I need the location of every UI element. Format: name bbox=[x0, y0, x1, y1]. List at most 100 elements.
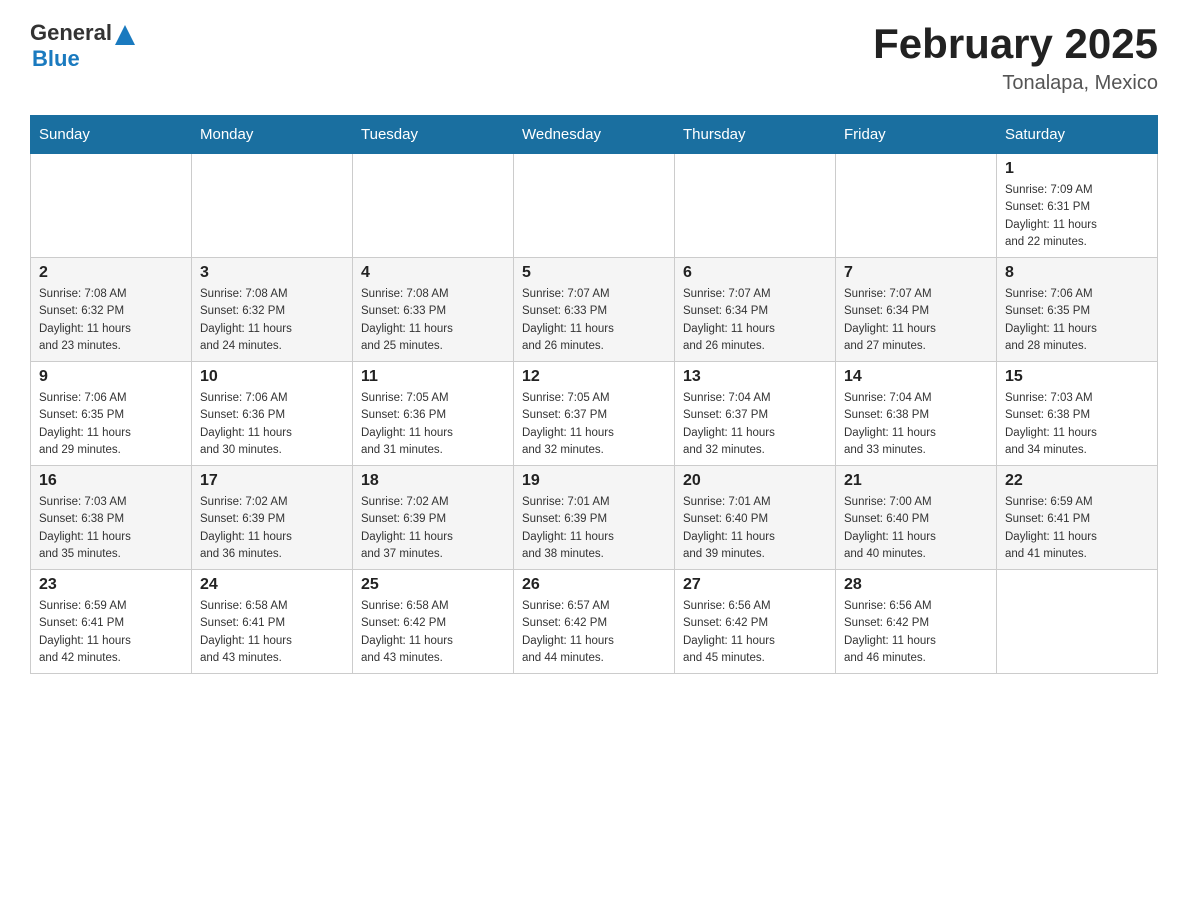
calendar-cell: 7 Sunrise: 7:07 AM Sunset: 6:34 PM Daylig… bbox=[836, 258, 997, 362]
day-info: Sunrise: 7:09 AM Sunset: 6:31 PM Dayligh… bbox=[1005, 182, 1149, 251]
day-number: 17 bbox=[200, 472, 344, 490]
page-header: General Blue February 2025 Tonalapa, Mex… bbox=[30, 20, 1158, 95]
calendar-cell: 15 Sunrise: 7:03 AM Sunset: 6:38 PM Dayli… bbox=[997, 362, 1158, 466]
day-info: Sunrise: 7:07 AM Sunset: 6:34 PM Dayligh… bbox=[683, 286, 827, 355]
calendar-cell: 24Sunrise: 6:58 AM Sunset: 6:41 PM Dayli… bbox=[192, 570, 353, 674]
title-section: February 2025 Tonalapa, Mexico bbox=[873, 20, 1158, 95]
day-number: 1 bbox=[1005, 160, 1149, 178]
day-number: 8 bbox=[1005, 264, 1149, 282]
calendar-cell: 27 Sunrise: 6:56 AM Sunset: 6:42 PM Dayli… bbox=[675, 570, 836, 674]
day-number: 22 bbox=[1005, 472, 1149, 490]
calendar-cell: 21Sunrise: 7:00 AM Sunset: 6:40 PM Dayli… bbox=[836, 466, 997, 570]
calendar-cell bbox=[192, 154, 353, 258]
day-info: Sunrise: 6:56 AM Sunset: 6:42 PM Dayligh… bbox=[844, 598, 988, 667]
logo-blue: Blue bbox=[32, 46, 135, 72]
calendar-cell: 4Sunrise: 7:08 AM Sunset: 6:33 PM Daylig… bbox=[353, 258, 514, 362]
logo: General Blue bbox=[30, 20, 135, 72]
calendar-table: SundayMondayTuesdayWednesdayThursdayFrid… bbox=[30, 115, 1158, 674]
day-header-sunday: Sunday bbox=[31, 116, 192, 154]
day-info: Sunrise: 7:08 AM Sunset: 6:32 PM Dayligh… bbox=[200, 286, 344, 355]
calendar-header-row: SundayMondayTuesdayWednesdayThursdayFrid… bbox=[31, 116, 1158, 154]
day-number: 16 bbox=[39, 472, 183, 490]
location-subtitle: Tonalapa, Mexico bbox=[873, 72, 1158, 95]
day-header-wednesday: Wednesday bbox=[514, 116, 675, 154]
day-info: Sunrise: 6:57 AM Sunset: 6:42 PM Dayligh… bbox=[522, 598, 666, 667]
calendar-cell: 17 Sunrise: 7:02 AM Sunset: 6:39 PM Dayli… bbox=[192, 466, 353, 570]
day-info: Sunrise: 6:59 AM Sunset: 6:41 PM Dayligh… bbox=[39, 598, 183, 667]
calendar-cell bbox=[353, 154, 514, 258]
day-header-saturday: Saturday bbox=[997, 116, 1158, 154]
calendar-cell bbox=[31, 154, 192, 258]
day-info: Sunrise: 7:08 AM Sunset: 6:32 PM Dayligh… bbox=[39, 286, 183, 355]
day-number: 2 bbox=[39, 264, 183, 282]
day-number: 28 bbox=[844, 576, 988, 594]
day-number: 27 bbox=[683, 576, 827, 594]
calendar-week-row: 23 Sunrise: 6:59 AM Sunset: 6:41 PM Dayli… bbox=[31, 570, 1158, 674]
day-info: Sunrise: 6:56 AM Sunset: 6:42 PM Dayligh… bbox=[683, 598, 827, 667]
calendar-cell: 6 Sunrise: 7:07 AM Sunset: 6:34 PM Daylig… bbox=[675, 258, 836, 362]
calendar-cell: 1 Sunrise: 7:09 AM Sunset: 6:31 PM Daylig… bbox=[997, 154, 1158, 258]
day-number: 19 bbox=[522, 472, 666, 490]
day-number: 7 bbox=[844, 264, 988, 282]
day-header-monday: Monday bbox=[192, 116, 353, 154]
day-info: Sunrise: 7:03 AM Sunset: 6:38 PM Dayligh… bbox=[1005, 390, 1149, 459]
calendar-cell bbox=[675, 154, 836, 258]
calendar-cell: 8 Sunrise: 7:06 AM Sunset: 6:35 PM Daylig… bbox=[997, 258, 1158, 362]
calendar-cell bbox=[997, 570, 1158, 674]
day-info: Sunrise: 7:06 AM Sunset: 6:35 PM Dayligh… bbox=[39, 390, 183, 459]
day-info: Sunrise: 7:07 AM Sunset: 6:33 PM Dayligh… bbox=[522, 286, 666, 355]
day-header-tuesday: Tuesday bbox=[353, 116, 514, 154]
calendar-cell: 10Sunrise: 7:06 AM Sunset: 6:36 PM Dayli… bbox=[192, 362, 353, 466]
day-number: 26 bbox=[522, 576, 666, 594]
day-info: Sunrise: 7:04 AM Sunset: 6:38 PM Dayligh… bbox=[844, 390, 988, 459]
calendar-week-row: 1 Sunrise: 7:09 AM Sunset: 6:31 PM Daylig… bbox=[31, 154, 1158, 258]
day-info: Sunrise: 7:03 AM Sunset: 6:38 PM Dayligh… bbox=[39, 494, 183, 563]
calendar-cell: 23 Sunrise: 6:59 AM Sunset: 6:41 PM Dayli… bbox=[31, 570, 192, 674]
day-info: Sunrise: 7:01 AM Sunset: 6:40 PM Dayligh… bbox=[683, 494, 827, 563]
day-number: 15 bbox=[1005, 368, 1149, 386]
day-number: 6 bbox=[683, 264, 827, 282]
calendar-cell: 22 Sunrise: 6:59 AM Sunset: 6:41 PM Dayli… bbox=[997, 466, 1158, 570]
day-info: Sunrise: 6:59 AM Sunset: 6:41 PM Dayligh… bbox=[1005, 494, 1149, 563]
day-number: 4 bbox=[361, 264, 505, 282]
day-number: 10 bbox=[200, 368, 344, 386]
calendar-cell: 13 Sunrise: 7:04 AM Sunset: 6:37 PM Dayli… bbox=[675, 362, 836, 466]
day-info: Sunrise: 7:07 AM Sunset: 6:34 PM Dayligh… bbox=[844, 286, 988, 355]
day-number: 25 bbox=[361, 576, 505, 594]
calendar-cell: 14 Sunrise: 7:04 AM Sunset: 6:38 PM Dayli… bbox=[836, 362, 997, 466]
calendar-cell: 18 Sunrise: 7:02 AM Sunset: 6:39 PM Dayli… bbox=[353, 466, 514, 570]
calendar-cell: 20 Sunrise: 7:01 AM Sunset: 6:40 PM Dayli… bbox=[675, 466, 836, 570]
day-number: 18 bbox=[361, 472, 505, 490]
day-number: 11 bbox=[361, 368, 505, 386]
calendar-cell: 9 Sunrise: 7:06 AM Sunset: 6:35 PM Daylig… bbox=[31, 362, 192, 466]
day-number: 9 bbox=[39, 368, 183, 386]
day-info: Sunrise: 7:05 AM Sunset: 6:36 PM Dayligh… bbox=[361, 390, 505, 459]
calendar-cell: 3 Sunrise: 7:08 AM Sunset: 6:32 PM Daylig… bbox=[192, 258, 353, 362]
day-info: Sunrise: 7:02 AM Sunset: 6:39 PM Dayligh… bbox=[361, 494, 505, 563]
day-header-thursday: Thursday bbox=[675, 116, 836, 154]
day-number: 20 bbox=[683, 472, 827, 490]
calendar-cell: 11 Sunrise: 7:05 AM Sunset: 6:36 PM Dayli… bbox=[353, 362, 514, 466]
day-header-friday: Friday bbox=[836, 116, 997, 154]
calendar-cell: 5 Sunrise: 7:07 AM Sunset: 6:33 PM Daylig… bbox=[514, 258, 675, 362]
day-number: 12 bbox=[522, 368, 666, 386]
day-number: 21 bbox=[844, 472, 988, 490]
day-number: 23 bbox=[39, 576, 183, 594]
day-info: Sunrise: 7:02 AM Sunset: 6:39 PM Dayligh… bbox=[200, 494, 344, 563]
day-number: 14 bbox=[844, 368, 988, 386]
calendar-cell bbox=[514, 154, 675, 258]
calendar-week-row: 2 Sunrise: 7:08 AM Sunset: 6:32 PM Daylig… bbox=[31, 258, 1158, 362]
logo-general: General bbox=[30, 20, 112, 46]
calendar-week-row: 16 Sunrise: 7:03 AM Sunset: 6:38 PM Dayli… bbox=[31, 466, 1158, 570]
calendar-cell: 25Sunrise: 6:58 AM Sunset: 6:42 PM Dayli… bbox=[353, 570, 514, 674]
day-number: 3 bbox=[200, 264, 344, 282]
day-number: 13 bbox=[683, 368, 827, 386]
logo-triangle-icon bbox=[115, 23, 135, 45]
day-info: Sunrise: 7:04 AM Sunset: 6:37 PM Dayligh… bbox=[683, 390, 827, 459]
calendar-cell: 12 Sunrise: 7:05 AM Sunset: 6:37 PM Dayli… bbox=[514, 362, 675, 466]
day-info: Sunrise: 6:58 AM Sunset: 6:41 PM Dayligh… bbox=[200, 598, 344, 667]
calendar-cell: 16 Sunrise: 7:03 AM Sunset: 6:38 PM Dayli… bbox=[31, 466, 192, 570]
day-info: Sunrise: 7:05 AM Sunset: 6:37 PM Dayligh… bbox=[522, 390, 666, 459]
day-info: Sunrise: 7:06 AM Sunset: 6:35 PM Dayligh… bbox=[1005, 286, 1149, 355]
day-number: 5 bbox=[522, 264, 666, 282]
